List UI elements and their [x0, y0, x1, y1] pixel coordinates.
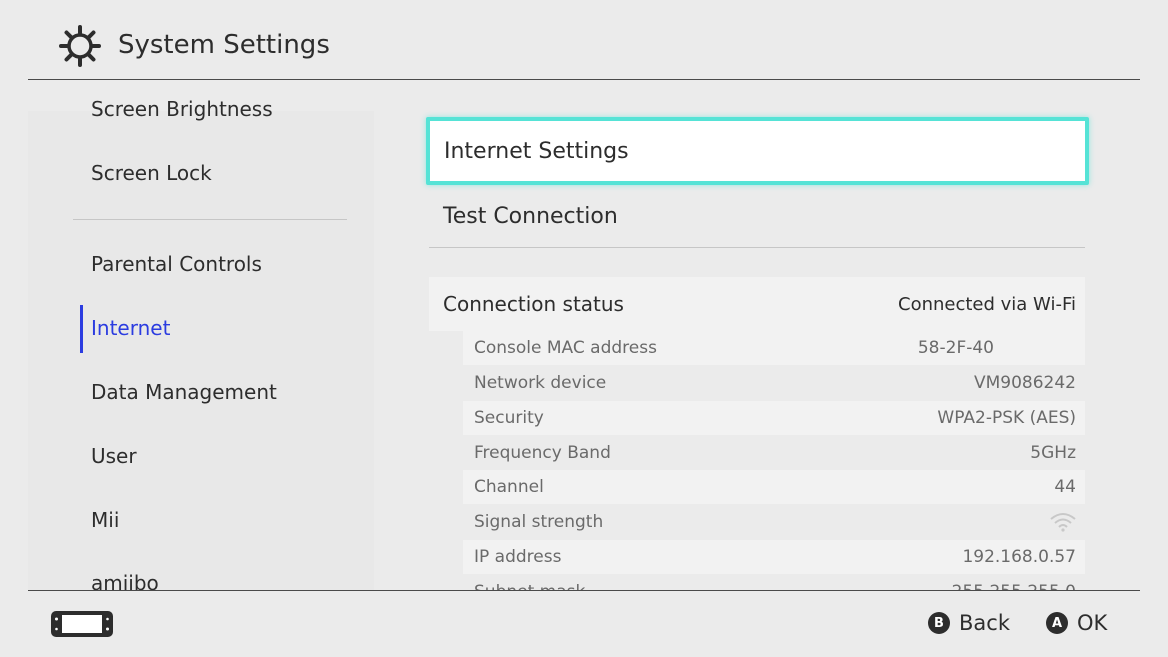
sidebar-item-amiibo[interactable]: amiibo — [91, 568, 159, 590]
sidebar-item-internet[interactable]: Internet — [91, 313, 170, 343]
sidebar-item-screen-lock[interactable]: Screen Lock — [91, 158, 212, 188]
detail-label: Signal strength — [474, 512, 604, 532]
back-hint[interactable]: B Back — [928, 611, 1010, 635]
detail-label: Frequency Band — [474, 443, 611, 463]
detail-row-signal-strength: Signal strength — [463, 505, 1085, 539]
ok-hint[interactable]: A OK — [1046, 611, 1107, 635]
detail-value: 44 — [1054, 477, 1076, 497]
sidebar-item-parental-controls[interactable]: Parental Controls — [91, 249, 262, 279]
detail-value: VM9086242 — [973, 373, 1076, 393]
sidebar-item-screen-brightness[interactable]: Screen Brightness — [91, 94, 273, 124]
detail-row-mac: Console MAC address 58-2F-40 — [463, 331, 1085, 365]
sidebar-active-indicator — [80, 305, 83, 353]
detail-row-security: Security WPA2-PSK (AES) — [463, 401, 1085, 435]
connection-status-value: Connected via Wi-Fi — [898, 293, 1076, 315]
detail-value: WPA2-PSK (AES) — [937, 408, 1076, 428]
ok-label: OK — [1077, 611, 1108, 635]
page-title: System Settings — [118, 30, 330, 60]
sidebar-item-user[interactable]: User — [91, 441, 137, 471]
detail-row-network-device: Network device VM9086242 — [463, 366, 1085, 400]
detail-row-ip-address: IP address 192.168.0.57 — [463, 540, 1085, 574]
connection-status-label: Connection status — [443, 292, 624, 316]
back-label: Back — [959, 611, 1010, 635]
test-connection-button[interactable]: Test Connection — [429, 186, 1085, 248]
detail-row-frequency-band: Frequency Band 5GHz — [463, 436, 1085, 470]
detail-label: IP address — [474, 547, 562, 567]
detail-row-subnet-mask: Subnet mask 255.255.255.0 — [463, 575, 1085, 590]
detail-value: 5GHz — [1030, 443, 1076, 463]
sidebar: Screen Brightness Screen Lock Parental C… — [28, 81, 374, 590]
connection-status-row: Connection status Connected via Wi-Fi — [429, 277, 1085, 331]
sidebar-item-data-management[interactable]: Data Management — [91, 377, 277, 407]
wifi-signal-icon — [1050, 513, 1076, 532]
gear-icon — [59, 25, 101, 67]
detail-label: Console MAC address — [474, 338, 657, 358]
b-button-icon: B — [928, 612, 950, 634]
content-panel: Internet Settings Test Connection Connec… — [374, 81, 1140, 590]
a-button-icon: A — [1046, 612, 1068, 634]
detail-value: 255.255.255.0 — [952, 582, 1076, 590]
test-connection-label: Test Connection — [443, 204, 618, 229]
sidebar-item-mii[interactable]: Mii — [91, 505, 119, 535]
detail-label: Network device — [474, 373, 607, 393]
internet-settings-label: Internet Settings — [444, 138, 629, 164]
detail-label: Channel — [474, 477, 544, 497]
detail-label: Subnet mask — [474, 582, 585, 590]
detail-value: 192.168.0.57 — [962, 547, 1076, 567]
console-icon — [51, 611, 113, 637]
internet-settings-button[interactable]: Internet Settings — [426, 117, 1089, 185]
footer: B Back A OK — [28, 590, 1140, 657]
detail-value: 58-2F-40 — [917, 338, 994, 358]
detail-row-channel: Channel 44 — [463, 470, 1085, 504]
header: System Settings — [28, 0, 1140, 80]
sidebar-divider — [73, 219, 347, 220]
detail-label: Security — [474, 408, 544, 428]
